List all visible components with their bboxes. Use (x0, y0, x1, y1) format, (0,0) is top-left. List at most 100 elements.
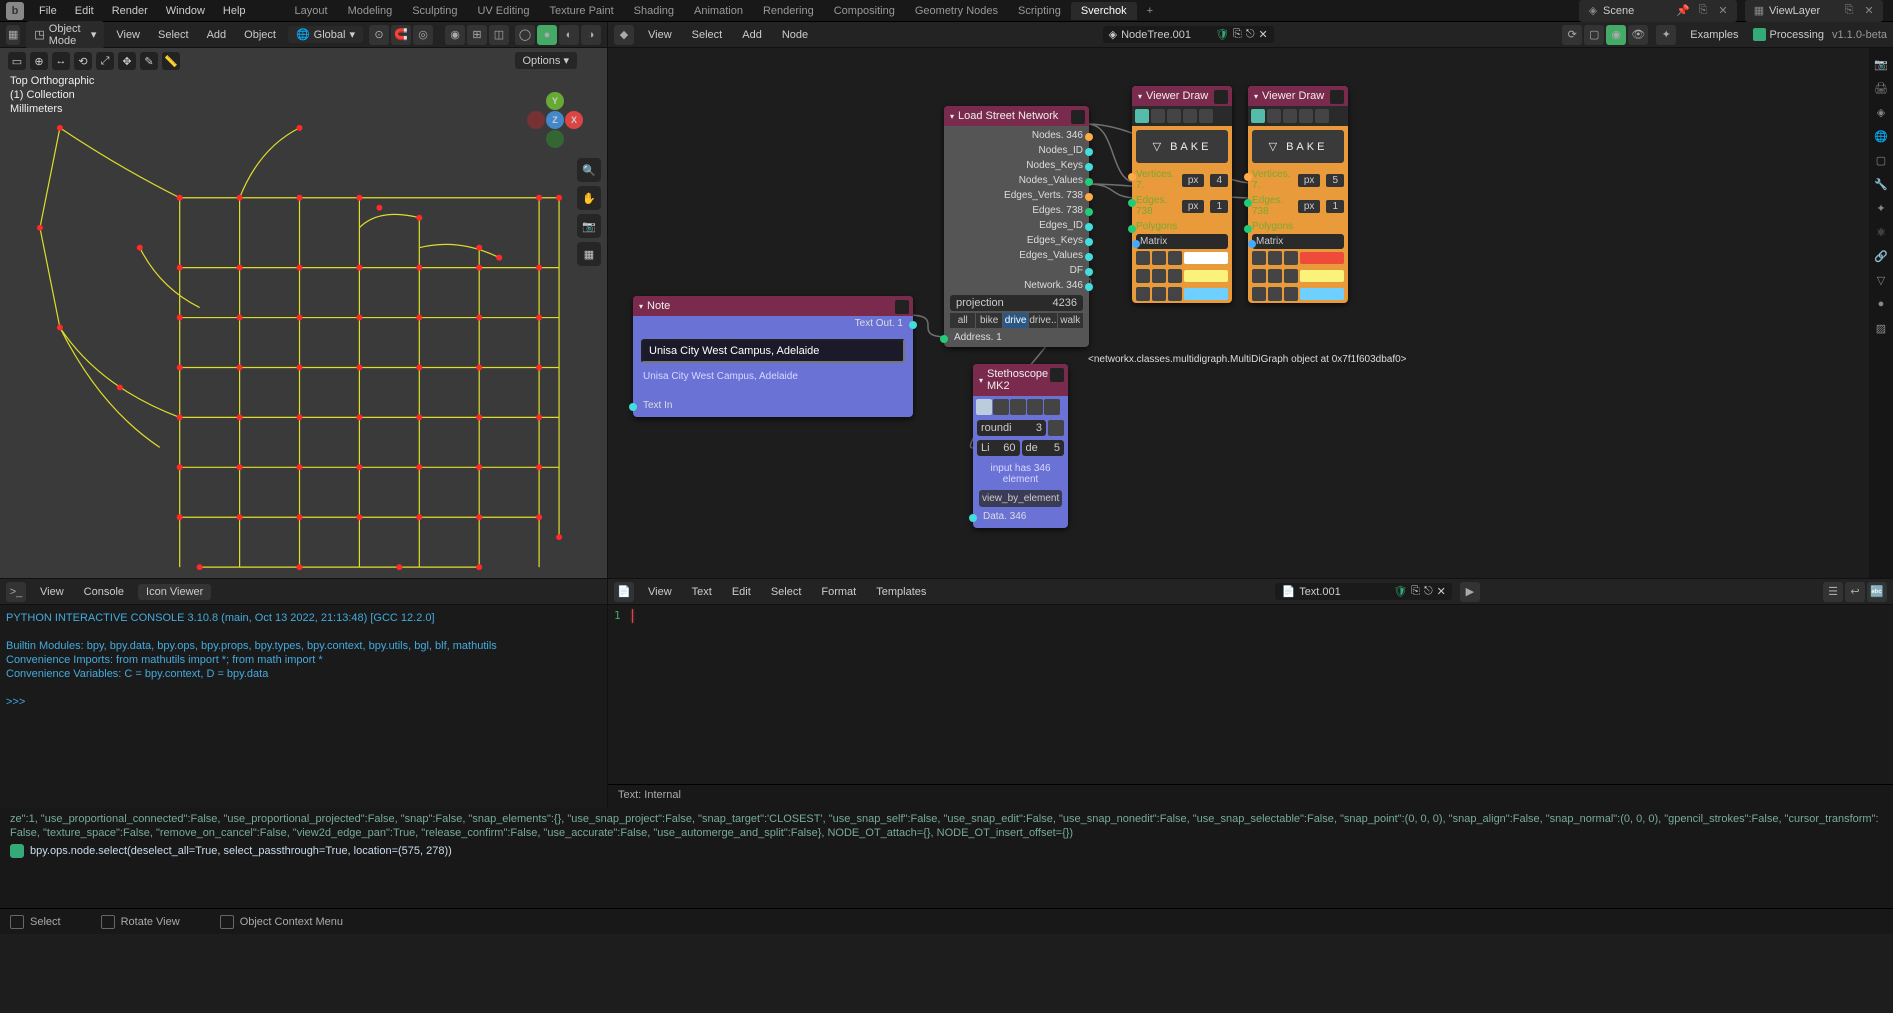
console-menu-console[interactable]: Console (78, 584, 130, 600)
li-field[interactable]: Li60 (977, 440, 1020, 456)
collapse-icon[interactable]: ▾ (1254, 92, 1258, 101)
data-input-socket[interactable]: Data. 346 (973, 509, 1068, 528)
load-output-socket[interactable]: DF (944, 263, 1089, 278)
vertices-socket[interactable]: Vertices. 7.px4 (1132, 167, 1232, 193)
ne-menu-add[interactable]: Add (736, 27, 768, 43)
menu-help[interactable]: Help (214, 5, 255, 17)
net-type-button[interactable]: drive (1003, 313, 1028, 328)
axis-neg-y-icon[interactable] (546, 130, 564, 148)
editor-type-icon[interactable]: ◆ (614, 25, 634, 45)
workspace-tab[interactable]: Rendering (753, 2, 824, 20)
matrix-socket[interactable]: Matrix (1252, 234, 1344, 249)
snap-icon[interactable]: 🧲 (391, 25, 411, 45)
viewport-menu-select[interactable]: Select (152, 27, 195, 43)
perspective-icon[interactable]: ▦ (577, 242, 601, 266)
wire-icon[interactable] (1151, 109, 1165, 123)
node-note[interactable]: ▾Note Text Out. 1 Unisa City West Campus… (633, 296, 913, 417)
icon[interactable] (1168, 287, 1182, 301)
wireframe-shading-icon[interactable]: ◯ (515, 25, 535, 45)
bake-button[interactable]: ▽ BAKE (1136, 130, 1228, 163)
icon[interactable] (1268, 287, 1282, 301)
pin-icon[interactable]: 📌 (1674, 2, 1692, 20)
line-numbers-icon[interactable]: ☰ (1823, 582, 1843, 602)
icon[interactable] (1136, 287, 1150, 301)
random-icon[interactable] (1315, 109, 1329, 123)
prop-tab-modifier-icon[interactable]: 🔧 (1871, 174, 1891, 194)
console-menu-view[interactable]: View (34, 584, 70, 600)
prop-tab-output-icon[interactable]: 🖨 (1871, 78, 1891, 98)
delete-scene-icon[interactable]: ✕ (1714, 2, 1732, 20)
node-load-street-network[interactable]: ▾Load Street Network Nodes. 346 Nodes_ID… (944, 106, 1089, 347)
viewlayer-selector[interactable]: ▦ ⎘ ✕ (1745, 0, 1883, 22)
prop-tab-constraint-icon[interactable]: 🔗 (1871, 246, 1891, 266)
collapse-icon[interactable]: ▾ (950, 112, 954, 121)
mode-button[interactable] (1010, 399, 1026, 415)
orientation-dropdown[interactable]: 🌐 Global ▾ (288, 26, 363, 43)
delete-viewlayer-icon[interactable]: ✕ (1860, 2, 1878, 20)
workspace-tab[interactable]: Compositing (824, 2, 905, 20)
mode-dropdown[interactable]: ◳ Object Mode ▾ (26, 21, 104, 49)
random-icon[interactable] (1199, 109, 1213, 123)
camera-icon[interactable]: 📷 (577, 214, 601, 238)
icon[interactable] (1284, 269, 1298, 283)
text-name-input[interactable] (1299, 586, 1389, 598)
editor-type-icon[interactable]: 📄 (614, 582, 634, 602)
net-type-button[interactable]: drive.. (1029, 313, 1056, 328)
prop-tab-data-icon[interactable]: ▽ (1871, 270, 1891, 290)
icon[interactable] (1252, 269, 1266, 283)
axis-z-icon[interactable]: Z (546, 111, 564, 129)
move-tool-icon[interactable]: ↔ (52, 52, 70, 70)
draft-icon[interactable]: ◉ (1606, 25, 1626, 45)
edges-socket[interactable]: Edges. 738px1 (1132, 193, 1232, 219)
text-editor-body[interactable]: 1 (608, 605, 1893, 784)
viewport-menu-object[interactable]: Object (238, 27, 282, 43)
collapse-icon[interactable]: ▾ (1138, 92, 1142, 101)
color-swatch[interactable] (1184, 288, 1228, 300)
load-output-socket[interactable]: Edges_ID (944, 218, 1089, 233)
new-text-icon[interactable]: ⎘ (1411, 585, 1420, 598)
editor-type-icon[interactable]: ▦ (6, 25, 20, 45)
mute-icon[interactable] (895, 300, 909, 314)
rendered-shading-icon[interactable]: ◑ (581, 25, 601, 45)
menu-file[interactable]: File (30, 5, 66, 17)
icon[interactable] (1136, 251, 1150, 265)
workspace-tab[interactable]: Texture Paint (539, 2, 623, 20)
prop-tab-texture-icon[interactable]: ▨ (1871, 318, 1891, 338)
nodetree-name-input[interactable] (1121, 29, 1211, 41)
de-field[interactable]: de5 (1022, 440, 1065, 456)
scale-tool-icon[interactable]: ⤢ (96, 52, 114, 70)
face-icon[interactable] (1283, 109, 1297, 123)
load-output-socket[interactable]: Nodes. 346 (944, 128, 1089, 143)
axis-y-icon[interactable]: Y (546, 92, 564, 110)
workspace-tab[interactable]: Shading (624, 2, 684, 20)
text-name-selector[interactable]: 📄 🛡 ⎘ ⎋ ✕ (1275, 583, 1451, 600)
menu-edit[interactable]: Edit (66, 5, 103, 17)
icon[interactable] (1268, 269, 1282, 283)
color-swatch[interactable] (1184, 270, 1228, 282)
prop-tab-scene-icon[interactable]: ◈ (1871, 102, 1891, 122)
node-viewer-draw-2[interactable]: ▾Viewer Draw ▽ BAKE Vertices. 7.px5 Edge… (1248, 86, 1348, 303)
color-swatch[interactable] (1300, 270, 1344, 282)
viewport-menu-add[interactable]: Add (201, 27, 233, 43)
color-swatch[interactable] (1300, 252, 1344, 264)
load-output-socket[interactable]: Nodes_ID (944, 143, 1089, 158)
nodetree-selector[interactable]: ◈ 🛡 ⎘ ⎋ ✕ (1103, 26, 1274, 43)
collapse-icon[interactable]: ▾ (639, 302, 643, 311)
node-viewer-draw-1[interactable]: ▾Viewer Draw ▽ BAKE Vertices. 7.px4 Edge… (1132, 86, 1232, 303)
round-field[interactable]: roundi3 (977, 420, 1046, 436)
gear-icon[interactable] (1214, 90, 1228, 104)
matrix-socket[interactable]: Matrix (1136, 234, 1228, 249)
show-overlays-icon[interactable]: ⊞ (467, 25, 487, 45)
load-output-socket[interactable]: Edges_Verts. 738 (944, 188, 1089, 203)
icon[interactable] (1168, 251, 1182, 265)
icon[interactable] (1252, 287, 1266, 301)
show-icon[interactable]: 👁 (1628, 25, 1648, 45)
run-script-icon[interactable]: ▶ (1460, 582, 1480, 602)
unlink-text-icon[interactable]: ⎋ (1424, 585, 1433, 598)
new-nodetree-icon[interactable]: ⎘ (1233, 28, 1242, 41)
prop-tab-material-icon[interactable]: ● (1871, 294, 1891, 314)
viewport-menu-view[interactable]: View (110, 27, 146, 43)
unlink-icon[interactable]: ⎋ (1246, 28, 1255, 41)
add-workspace-button[interactable]: + (1137, 2, 1163, 20)
load-output-socket[interactable]: Edges_Values (944, 248, 1089, 263)
